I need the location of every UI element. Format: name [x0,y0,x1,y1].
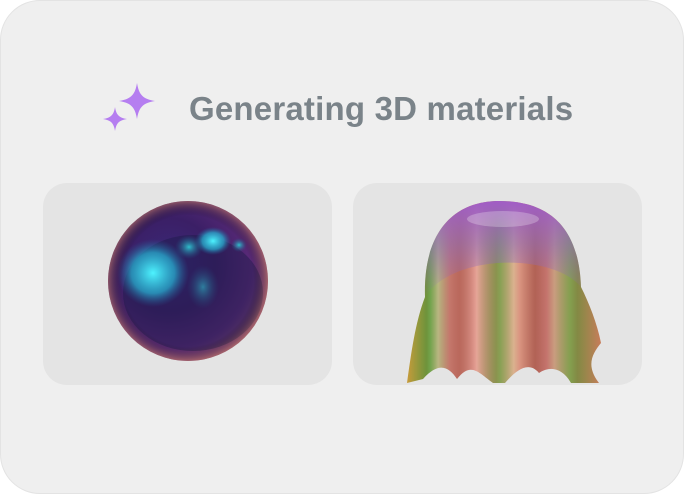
cloth-material-preview [353,183,642,385]
cloth-render [407,201,601,383]
generation-header: Generating 3D materials [101,81,573,137]
generation-card: Generating 3D materials [0,0,684,494]
sparkle-icon [103,83,155,131]
page-title: Generating 3D materials [189,90,574,127]
sphere-render [108,201,268,361]
sphere-material-preview [43,183,332,385]
